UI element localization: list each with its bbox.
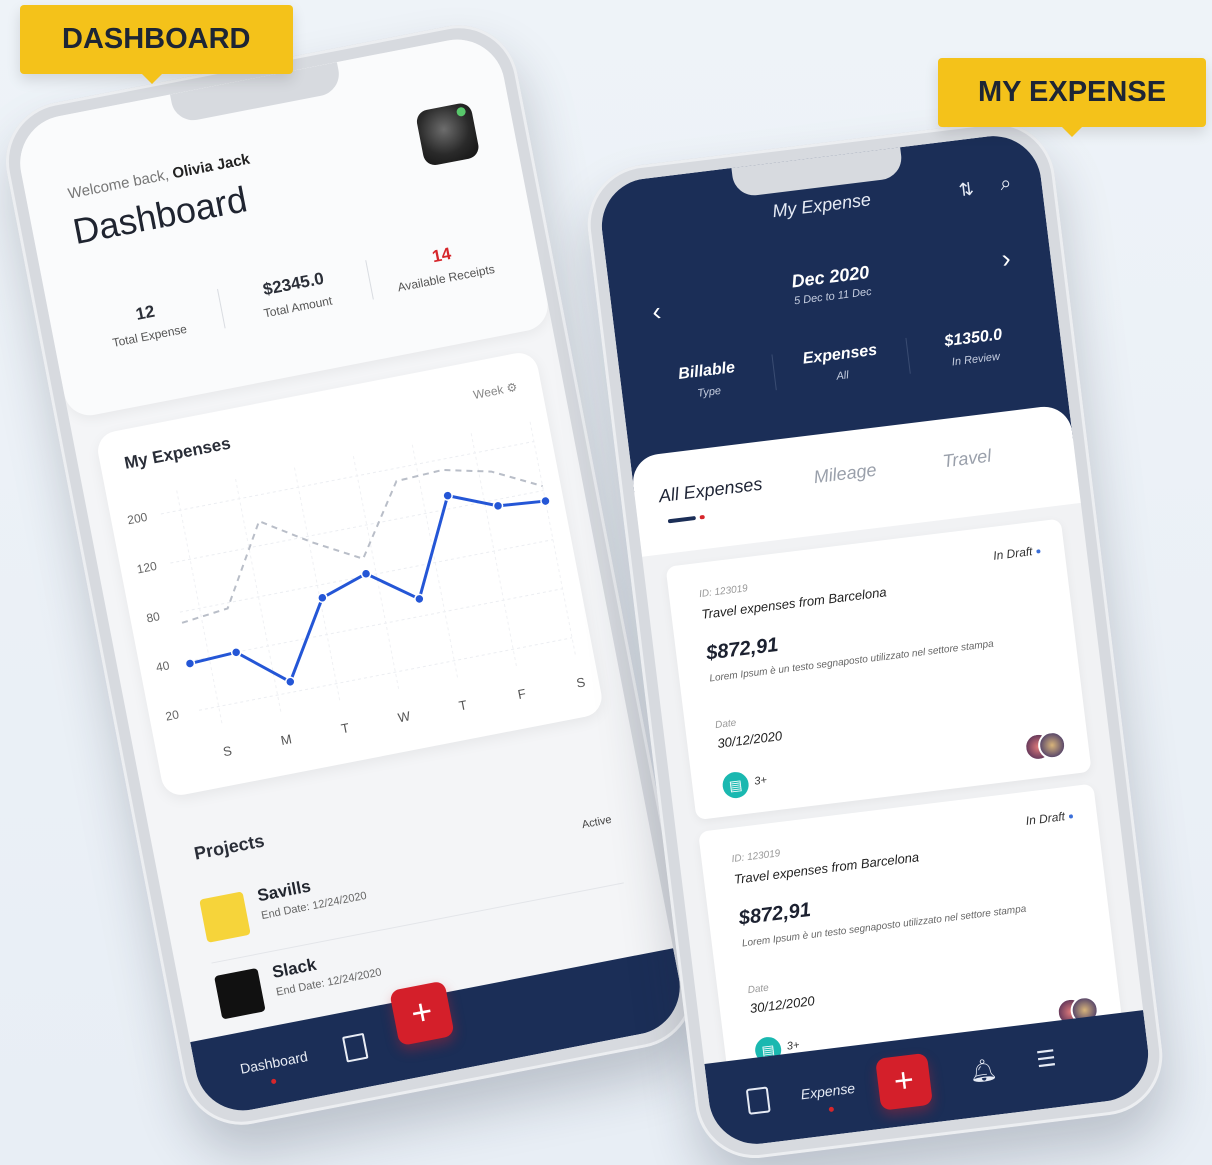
menu-icon[interactable]: ☰ — [1035, 1045, 1058, 1073]
data-point[interactable] — [360, 568, 372, 579]
filter-icon[interactable]: ⇅ — [958, 179, 976, 202]
nav-expense[interactable]: Expense — [800, 1080, 856, 1103]
stat-total-amount: $2345.0 Total Amount — [217, 260, 374, 329]
data-point[interactable] — [492, 500, 504, 512]
x-tick-label: T — [340, 720, 351, 736]
status-text: In Draft — [1024, 809, 1066, 828]
tab-all-expenses[interactable]: All Expenses — [658, 474, 764, 508]
home-icon[interactable] — [745, 1086, 771, 1115]
user-name: Olivia Jack — [171, 150, 252, 183]
date-label: Date — [714, 717, 737, 732]
project-name: Slack — [270, 954, 318, 982]
dashboard-label-tag: DASHBOARD — [20, 5, 293, 84]
status-badge: In Draft — [992, 543, 1041, 563]
data-point[interactable] — [230, 647, 242, 658]
receipt-icon[interactable] — [342, 1032, 369, 1063]
dashboard-screen: Welcome back, Olivia Jack Dashboard 12 T… — [11, 31, 689, 1119]
grid-line — [235, 478, 282, 715]
dashboard-phone: Welcome back, Olivia Jack Dashboard 12 T… — [0, 14, 705, 1136]
status-text: In Draft — [992, 544, 1034, 563]
x-tick-label: S — [222, 743, 234, 759]
y-tick-label: 40 — [155, 658, 171, 674]
settings-icon: ⚙ — [505, 379, 519, 396]
receipt-count: 3+ — [753, 774, 768, 788]
add-button[interactable]: + — [875, 1052, 934, 1111]
y-tick-label: 20 — [164, 707, 180, 723]
secondary-series-line — [181, 468, 543, 624]
projects-title: Projects — [192, 830, 266, 864]
expense-amount: $872,91 — [737, 898, 813, 930]
x-tick-label: M — [279, 731, 293, 748]
expense-id: ID: 123019 — [698, 583, 749, 601]
expense-amount: $872,91 — [705, 633, 780, 665]
status-dot — [1068, 814, 1074, 819]
data-point[interactable] — [317, 592, 328, 604]
expense-date: 30/12/2020 — [749, 993, 816, 1016]
expense-card[interactable]: ID: 123019 In Draft Travel expenses from… — [665, 518, 1092, 821]
grid-line — [176, 490, 223, 727]
period-label: Week — [472, 382, 505, 403]
expense-date: 30/12/2020 — [716, 728, 783, 751]
stat-type[interactable]: Billable Type — [639, 354, 778, 407]
active-indicator — [828, 1106, 835, 1113]
expenses-line-chart: 200 120 80 40 20 S M T W T F S — [126, 421, 587, 759]
expense-stats: Billable Type Expenses All $1350.0 In Re… — [639, 322, 1042, 407]
card-title: My Expenses — [122, 433, 233, 473]
avatar-group — [1022, 729, 1068, 763]
grid-line — [411, 444, 459, 681]
my-expenses-card: My Expenses Week ⚙ 200 120 80 40 20 S M T W T F S — [94, 349, 605, 799]
active-indicator — [270, 1078, 277, 1085]
y-tick-label: 120 — [136, 559, 159, 577]
stat-in-review[interactable]: $1350.0 In Review — [906, 322, 1043, 374]
y-tick-label: 80 — [145, 609, 161, 625]
x-tick-label: T — [458, 697, 469, 713]
stat-available-receipts: 14 Available Receipts — [366, 231, 521, 299]
avatar[interactable] — [414, 101, 481, 168]
data-point[interactable] — [414, 593, 425, 605]
tab-travel[interactable]: Travel — [942, 446, 993, 473]
y-tick-label: 200 — [126, 510, 149, 528]
add-button[interactable]: + — [389, 980, 455, 1047]
x-tick-label: F — [517, 686, 528, 702]
x-tick-label: S — [575, 674, 587, 690]
nav-dashboard[interactable]: Dashboard — [239, 1048, 309, 1077]
grid-line — [294, 467, 341, 704]
x-tick-label: W — [397, 708, 413, 725]
stat-expenses[interactable]: Expenses All — [772, 337, 911, 391]
grid-line — [529, 421, 577, 658]
active-tab-indicator — [667, 515, 697, 524]
receipt-count: 3+ — [786, 1039, 801, 1053]
data-point[interactable] — [442, 490, 453, 501]
data-point[interactable] — [285, 676, 296, 688]
dashboard-stats: 12 Total Expense $2345.0 Total Amount 14… — [69, 231, 521, 358]
date-label: Date — [747, 982, 770, 997]
project-status: Active — [580, 813, 613, 832]
slack-logo — [214, 967, 266, 1020]
stat-total-expense: 12 Total Expense — [69, 288, 226, 358]
data-point[interactable] — [540, 495, 551, 507]
bell-icon[interactable]: 🔔︎ — [968, 1056, 999, 1085]
primary-series-line — [189, 493, 546, 684]
my-expense-label-tag: MY EXPENSE — [938, 58, 1207, 137]
tab-mileage[interactable]: Mileage — [812, 460, 877, 489]
status-dot — [1036, 549, 1041, 554]
data-point[interactable] — [184, 658, 196, 669]
active-tab-dot — [699, 514, 705, 520]
savills-logo — [199, 891, 251, 943]
status-badge: In Draft — [1025, 808, 1074, 828]
receipt-icon: ▤ — [721, 770, 751, 800]
expense-id: ID: 123019 — [731, 848, 781, 866]
period-selector[interactable]: Week ⚙ — [472, 380, 518, 402]
